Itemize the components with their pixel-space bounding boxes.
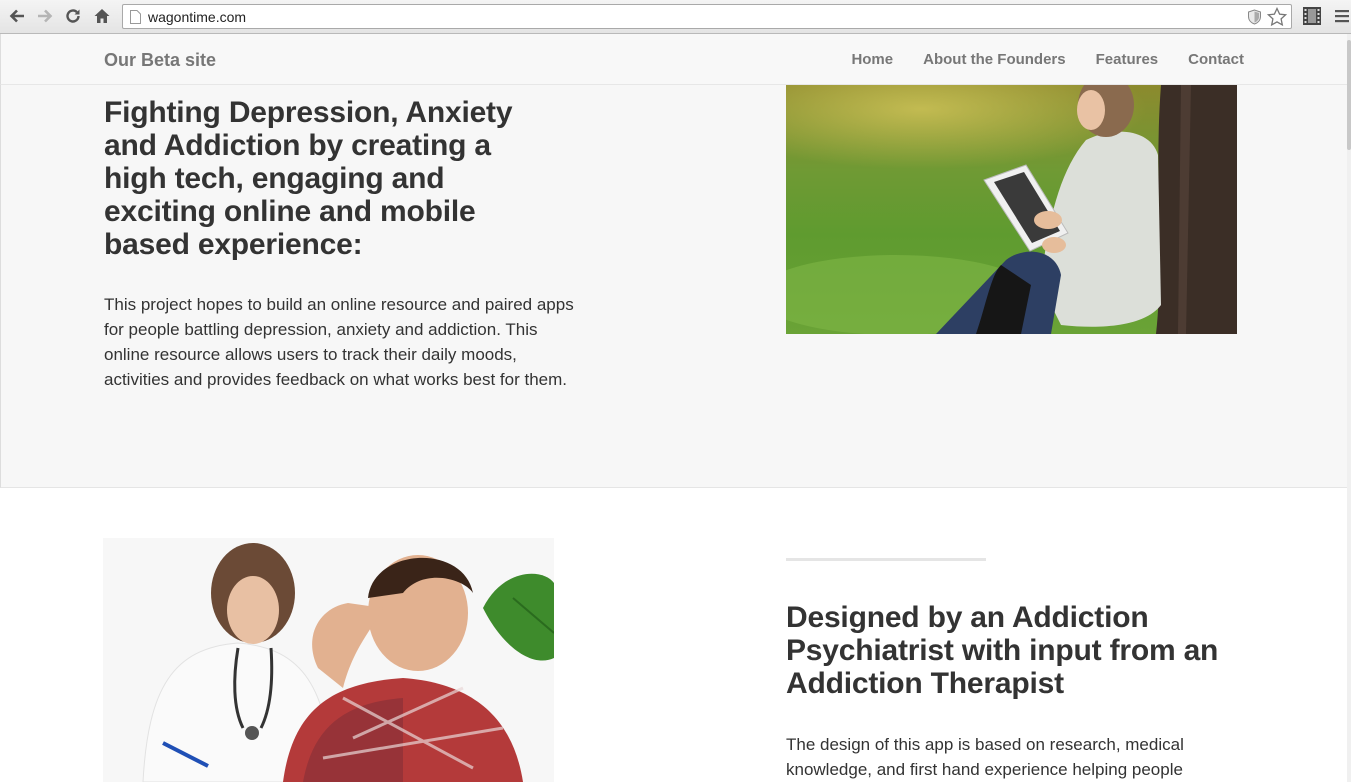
film-icon[interactable]	[1302, 6, 1322, 26]
hero-description: This project hopes to build an online re…	[104, 295, 574, 389]
site-navbar: Our Beta site Home About the Founders Fe…	[0, 34, 1347, 85]
site-brand[interactable]: Our Beta site	[104, 50, 216, 71]
back-icon[interactable]	[6, 5, 28, 27]
forward-icon[interactable]	[34, 5, 56, 27]
address-bar[interactable]: wagontime.com	[122, 4, 1292, 29]
hero-photo-woman-tablet	[786, 85, 1237, 334]
page-icon	[130, 10, 141, 24]
nav-link-contact[interactable]: Contact	[1188, 51, 1244, 68]
nav-link-home[interactable]: Home	[851, 51, 893, 68]
nav-link-features[interactable]: Features	[1096, 51, 1159, 68]
feature-heading: Designed by an Addiction Psychiatrist wi…	[786, 601, 1219, 700]
home-icon[interactable]	[91, 5, 113, 27]
menu-icon[interactable]	[1334, 7, 1350, 25]
nav-links: Home About the Founders Features Contact	[851, 51, 1244, 68]
doctor-patient-photo	[103, 538, 554, 782]
shield-icon[interactable]	[1247, 9, 1262, 25]
url-text[interactable]: wagontime.com	[148, 9, 246, 25]
psychiatrist-section: Designed by an Addiction Psychiatrist wi…	[0, 488, 1347, 782]
hero-heading: Fighting Depression, Anxiety and Addicti…	[104, 96, 513, 261]
star-icon[interactable]	[1267, 7, 1287, 27]
scrollbar-thumb[interactable]	[1347, 40, 1351, 150]
webpage: Our Beta site Home About the Founders Fe…	[0, 34, 1351, 782]
hero-section: Fighting Depression, Anxiety and Addicti…	[0, 85, 1347, 488]
browser-toolbar: wagontime.com	[0, 0, 1351, 34]
section-divider	[786, 558, 986, 561]
reload-icon[interactable]	[62, 5, 84, 27]
feature-description: The design of this app is based on resea…	[786, 735, 1184, 779]
nav-link-about-founders[interactable]: About the Founders	[923, 51, 1066, 68]
